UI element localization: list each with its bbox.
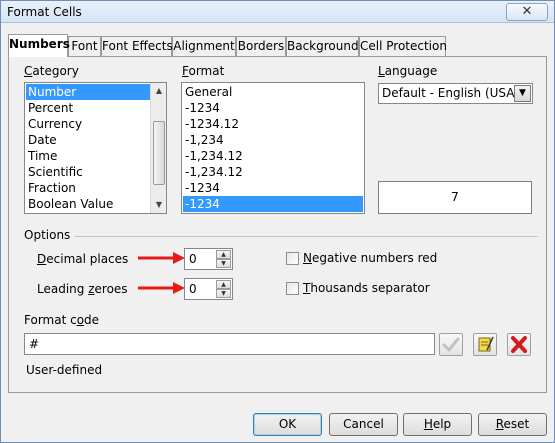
format-label: Format: [182, 64, 225, 78]
scroll-thumb[interactable]: [153, 121, 165, 185]
reset-button[interactable]: Reset: [478, 413, 547, 436]
list-item[interactable]: Fraction: [26, 180, 76, 196]
negative-red-checkbox[interactable]: [286, 252, 299, 265]
delete-code-button[interactable]: [507, 333, 531, 356]
tab-alignment[interactable]: Alignment: [172, 36, 236, 56]
list-item[interactable]: -1,234.12: [183, 148, 243, 164]
format-list[interactable]: General -1234 -1234.12 -1,234 -1,234.12 …: [181, 82, 365, 214]
tab-background[interactable]: Background: [286, 36, 359, 56]
format-cells-dialog: Format Cells ✕ Numbers Font Font Effects…: [0, 0, 555, 443]
tab-borders[interactable]: Borders: [236, 36, 286, 56]
close-icon[interactable]: ✕: [506, 3, 548, 21]
language-label: Language: [378, 64, 438, 78]
format-code-value[interactable]: #: [29, 337, 39, 351]
chevron-down-icon[interactable]: ▼: [514, 85, 531, 102]
spin-up-icon[interactable]: ▲: [216, 250, 231, 259]
numbers-panel: Category Number Percent Currency Date Ti…: [8, 56, 547, 393]
ok-button[interactable]: OK: [253, 413, 322, 436]
list-item[interactable]: Currency: [26, 116, 82, 132]
format-code-description: User-defined: [26, 363, 103, 377]
spin-down-icon[interactable]: ▼: [216, 259, 231, 268]
scroll-up-icon[interactable]: ▲: [151, 83, 166, 99]
thousands-separator-label[interactable]: Thousands separator: [303, 281, 430, 295]
leading-zeroes-label: Leading zeroes: [37, 282, 128, 296]
decimal-places-stepper[interactable]: 0 ▲ ▼: [184, 248, 233, 270]
list-item[interactable]: Number: [26, 84, 150, 100]
apply-code-button[interactable]: [439, 333, 463, 356]
note-edit-icon: [478, 336, 494, 352]
tab-font-effects[interactable]: Font Effects: [101, 36, 173, 56]
list-item[interactable]: Boolean Value: [26, 196, 113, 212]
annotation-arrow: [138, 282, 185, 294]
list-item[interactable]: -1234: [183, 100, 220, 116]
leading-zeroes-stepper[interactable]: 0 ▲ ▼: [184, 278, 233, 300]
dialog-title: Format Cells: [7, 5, 82, 19]
negative-red-label[interactable]: Negative numbers red: [303, 251, 437, 265]
cancel-button[interactable]: Cancel: [329, 413, 398, 436]
help-button[interactable]: Help: [403, 413, 472, 436]
options-heading: Options: [24, 228, 71, 242]
list-item[interactable]: -1,234.12: [183, 164, 243, 180]
format-preview: 7: [378, 181, 532, 214]
checkmark-icon: [442, 337, 460, 352]
decimal-places-label: Decimal places: [37, 252, 129, 266]
leading-zeroes-value[interactable]: 0: [189, 282, 197, 296]
decimal-places-value[interactable]: 0: [189, 252, 197, 266]
spin-down-icon[interactable]: ▼: [216, 289, 231, 298]
list-item[interactable]: Percent: [26, 100, 73, 116]
language-select[interactable]: Default - English (USA) ▼: [378, 83, 533, 104]
tab-font[interactable]: Font: [68, 36, 101, 56]
thousands-separator-checkbox[interactable]: [286, 282, 299, 295]
title-bar: Format Cells ✕: [1, 1, 554, 23]
list-item[interactable]: General: [183, 84, 232, 100]
list-item[interactable]: Time: [26, 148, 57, 164]
category-list[interactable]: Number Percent Currency Date Time Scient…: [24, 82, 167, 214]
spin-up-icon[interactable]: ▲: [216, 280, 231, 289]
annotation-arrow: [138, 252, 185, 264]
list-item[interactable]: Date: [26, 132, 57, 148]
format-code-input[interactable]: #: [24, 333, 435, 355]
list-item[interactable]: -1234: [183, 180, 220, 196]
list-item[interactable]: -1234: [183, 196, 363, 212]
category-label: Category: [24, 64, 79, 78]
format-code-label: Format code: [24, 313, 100, 327]
options-divider: [75, 236, 538, 237]
language-value: Default - English (USA): [382, 86, 520, 100]
delete-x-icon: [511, 336, 527, 353]
add-comment-button[interactable]: [473, 333, 497, 356]
tab-numbers[interactable]: Numbers: [8, 34, 70, 57]
tab-cell-protection[interactable]: Cell Protection: [359, 36, 447, 56]
scroll-down-icon[interactable]: ▼: [151, 197, 166, 213]
list-item[interactable]: -1234.12: [183, 116, 239, 132]
category-scrollbar[interactable]: ▲ ▼: [150, 83, 166, 213]
list-item[interactable]: -1,234: [183, 132, 224, 148]
list-item[interactable]: Scientific: [26, 164, 83, 180]
